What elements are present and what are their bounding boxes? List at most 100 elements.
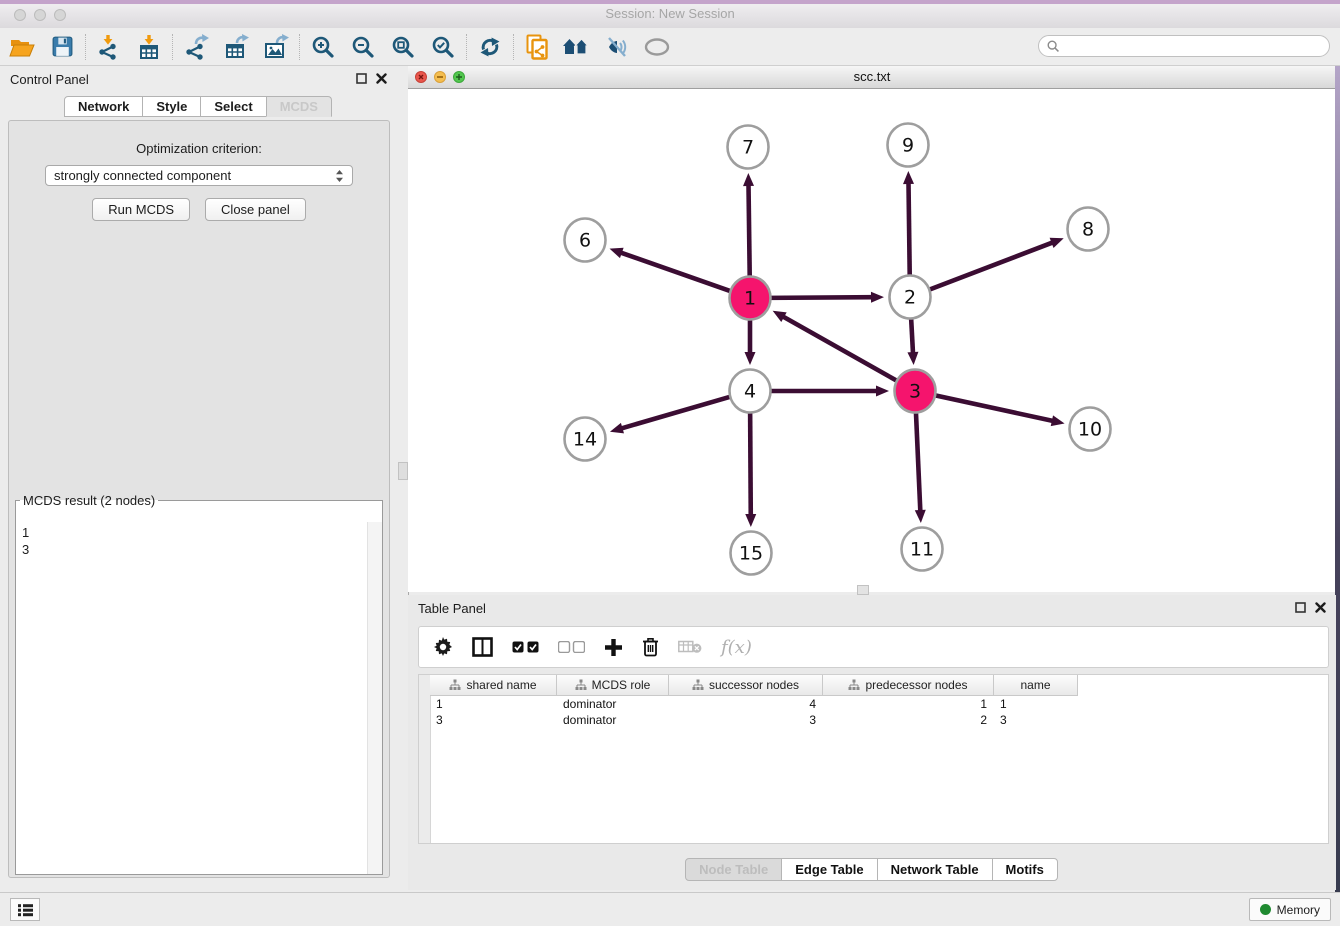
- network-canvas[interactable]: 1 2 3 4 6 7 8 9 10 11 14 15: [408, 89, 1336, 592]
- close-panel-button[interactable]: Close panel: [205, 198, 306, 221]
- graph-edge-3-10[interactable]: [934, 395, 1065, 426]
- graph-edge-1-4[interactable]: [745, 317, 756, 365]
- network-view-window: scc.txt 1 2 3 4 6 7 8 9 10 11 14 15: [408, 66, 1336, 592]
- graph-edge-4-15[interactable]: [745, 410, 756, 527]
- graph-node-8[interactable]: 8: [1068, 208, 1109, 251]
- tab-mcds[interactable]: MCDS: [266, 96, 332, 117]
- tab-style[interactable]: Style: [142, 96, 201, 117]
- graph-node-15[interactable]: 15: [731, 532, 772, 575]
- column-header-name[interactable]: name: [994, 675, 1078, 695]
- close-table-panel-icon[interactable]: [1315, 602, 1326, 613]
- export-image-icon[interactable]: [256, 31, 296, 63]
- graph-edge-1-6[interactable]: [610, 248, 733, 292]
- save-session-icon[interactable]: [42, 31, 82, 63]
- cell-predecessor-nodes: 1: [823, 697, 994, 711]
- graph-edge-3-1[interactable]: [773, 311, 899, 382]
- column-header-mcds-role[interactable]: MCDS role: [557, 675, 669, 695]
- horizontal-splitter-handle[interactable]: [857, 585, 869, 595]
- search-input[interactable]: [1064, 38, 1329, 54]
- open-file-icon[interactable]: [2, 31, 42, 63]
- zoom-out-icon[interactable]: [343, 31, 383, 63]
- task-history-button[interactable]: [10, 898, 40, 921]
- mcds-result-title: MCDS result (2 nodes): [20, 493, 158, 508]
- unselect-all-columns-icon[interactable]: [558, 641, 585, 653]
- search-field[interactable]: [1038, 35, 1330, 57]
- control-panel-title: Control Panel: [10, 72, 89, 87]
- import-network-icon[interactable]: [89, 31, 129, 63]
- table-panel-title: Table Panel: [418, 601, 486, 616]
- graph-edge-2-9[interactable]: [903, 171, 914, 278]
- delete-column-trash-icon[interactable]: [642, 637, 659, 657]
- network-from-selection-icon[interactable]: [517, 31, 557, 63]
- graph-node-7[interactable]: 7: [728, 126, 769, 169]
- graph-edge-4-14[interactable]: [610, 396, 732, 433]
- tab-edge-table[interactable]: Edge Table: [781, 858, 877, 881]
- tab-motifs[interactable]: Motifs: [992, 858, 1058, 881]
- svg-text:6: 6: [579, 230, 591, 252]
- splitter-handle[interactable]: [398, 462, 408, 480]
- column-type-icon: [575, 679, 587, 691]
- search-icon: [1047, 40, 1060, 53]
- session-title: Session: New Session: [0, 6, 1340, 21]
- graph-node-1[interactable]: 1: [730, 277, 771, 320]
- column-header-predecessor-nodes[interactable]: predecessor nodes: [823, 675, 994, 695]
- eye-icon[interactable]: [637, 31, 677, 63]
- graph-node-4[interactable]: 4: [730, 370, 771, 413]
- run-mcds-button[interactable]: Run MCDS: [92, 198, 190, 221]
- export-network-icon[interactable]: [176, 31, 216, 63]
- zoom-selected-icon[interactable]: [423, 31, 463, 63]
- tab-node-table[interactable]: Node Table: [685, 858, 782, 881]
- mcds-result-text[interactable]: 1 3: [16, 522, 368, 874]
- table-row[interactable]: 1 dominator 4 1 1: [430, 696, 1078, 712]
- graph-edge-4-3[interactable]: [769, 386, 889, 397]
- select-all-columns-icon[interactable]: [512, 641, 539, 653]
- export-table-icon[interactable]: [216, 31, 256, 63]
- close-panel-icon[interactable]: [376, 73, 387, 84]
- table-row[interactable]: 3 dominator 3 2 3: [430, 712, 1078, 728]
- import-table-icon[interactable]: [129, 31, 169, 63]
- graph-edge-1-7[interactable]: [743, 173, 754, 279]
- toolbar-separator: [85, 34, 86, 60]
- graph-node-3[interactable]: 3: [895, 370, 936, 413]
- network-window-titlebar[interactable]: scc.txt: [408, 66, 1336, 89]
- svg-text:11: 11: [910, 539, 934, 561]
- first-neighbors-icon[interactable]: [557, 31, 597, 63]
- zoom-in-icon[interactable]: [303, 31, 343, 63]
- float-table-panel-icon[interactable]: [1295, 602, 1306, 613]
- table-settings-gear-icon[interactable]: [433, 637, 453, 657]
- graph-edge-1-2[interactable]: [769, 292, 884, 303]
- svg-text:2: 2: [904, 287, 916, 309]
- float-panel-icon[interactable]: [356, 73, 367, 84]
- create-column-plus-icon[interactable]: [604, 638, 623, 657]
- svg-text:14: 14: [573, 429, 597, 451]
- toolbar-separator: [299, 34, 300, 60]
- status-bar: Memory: [0, 892, 1340, 926]
- tab-network[interactable]: Network: [64, 96, 143, 117]
- graph-node-11[interactable]: 11: [902, 528, 943, 571]
- graph-node-9[interactable]: 9: [888, 124, 929, 167]
- graph-edge-2-3[interactable]: [907, 316, 918, 365]
- network-graph[interactable]: 1 2 3 4 6 7 8 9 10 11 14 15: [408, 89, 1336, 592]
- show-columns-icon[interactable]: [472, 637, 493, 657]
- graph-edge-3-11[interactable]: [915, 410, 926, 523]
- optimization-criterion-select[interactable]: strongly connected component: [45, 165, 353, 186]
- column-header-successor-nodes[interactable]: successor nodes: [669, 675, 823, 695]
- graph-node-14[interactable]: 14: [565, 418, 606, 461]
- cell-shared-name: 3: [430, 713, 557, 727]
- table-panel: Table Panel f(x) shared name MCDS role: [408, 595, 1336, 890]
- column-header-shared-name[interactable]: shared name: [430, 675, 557, 695]
- hide-details-icon[interactable]: [597, 31, 637, 63]
- graph-node-10[interactable]: 10: [1070, 408, 1111, 451]
- graph-node-2[interactable]: 2: [890, 276, 931, 319]
- cell-mcds-role: dominator: [557, 697, 669, 711]
- memory-button[interactable]: Memory: [1249, 898, 1331, 921]
- zoom-fit-icon[interactable]: [383, 31, 423, 63]
- memory-label: Memory: [1277, 903, 1320, 917]
- refresh-icon[interactable]: [470, 31, 510, 63]
- graph-edge-2-8[interactable]: [928, 238, 1064, 290]
- select-stepper-icon: [335, 169, 344, 183]
- graph-node-6[interactable]: 6: [565, 219, 606, 262]
- result-scrollbar[interactable]: [367, 522, 382, 874]
- tab-select[interactable]: Select: [200, 96, 266, 117]
- tab-network-table[interactable]: Network Table: [877, 858, 993, 881]
